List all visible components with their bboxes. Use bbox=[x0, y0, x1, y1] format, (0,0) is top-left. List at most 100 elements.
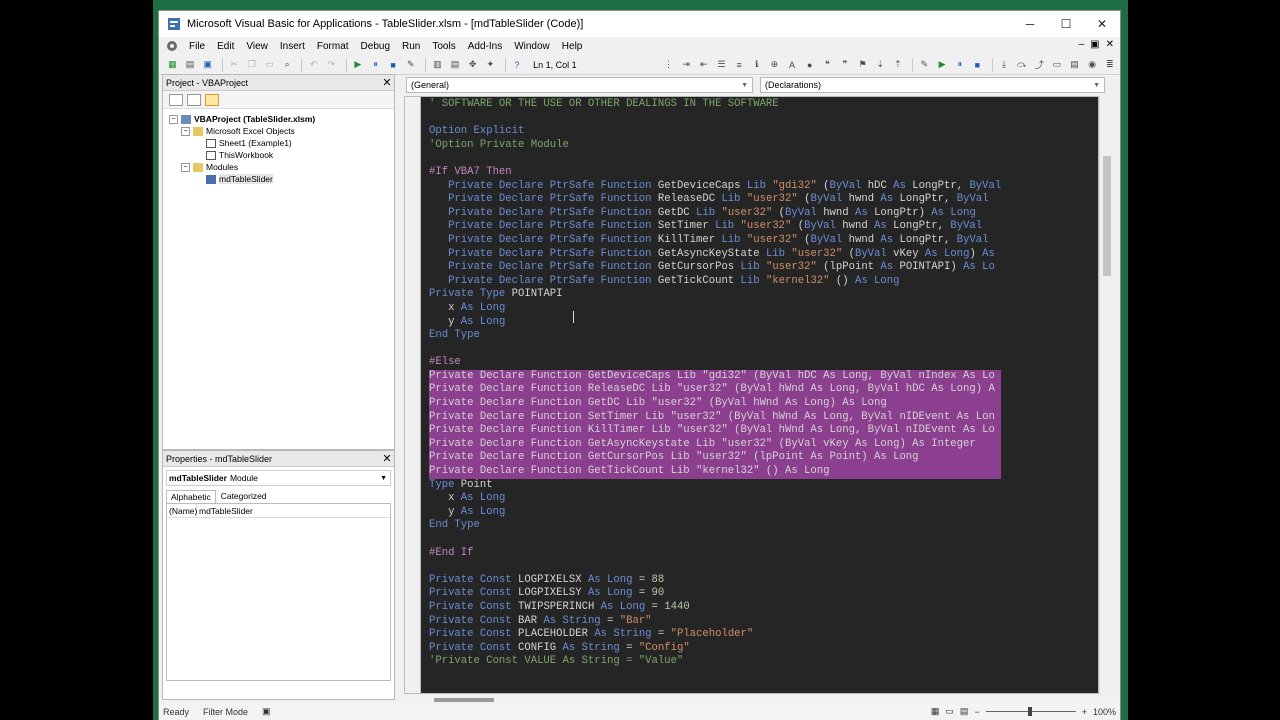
break-2-icon[interactable]: ⏸ bbox=[952, 58, 967, 72]
immediate-icon[interactable]: ▤ bbox=[1067, 58, 1082, 72]
menu-insert[interactable]: Insert bbox=[274, 41, 311, 52]
code-line[interactable] bbox=[429, 343, 1001, 357]
code-margin[interactable] bbox=[405, 97, 421, 693]
view-code-icon[interactable] bbox=[169, 93, 183, 106]
code-line[interactable]: #Else bbox=[429, 356, 1001, 370]
code-line[interactable]: x As Long bbox=[429, 302, 1001, 316]
code-line[interactable]: y As Long bbox=[429, 316, 1001, 330]
menu-run[interactable]: Run bbox=[396, 41, 426, 52]
parameter-info-icon[interactable]: ⊕ bbox=[767, 58, 782, 72]
collapse-icon[interactable]: − bbox=[169, 114, 178, 124]
code-line[interactable]: Private Declare PtrSafe Function GetDevi… bbox=[429, 180, 1001, 194]
object-selector[interactable]: mdTableSlider Module ▼ bbox=[166, 470, 391, 486]
code-line[interactable]: Private Declare Function KillTimer Lib "… bbox=[429, 424, 1002, 438]
code-line[interactable]: y As Long bbox=[429, 506, 1001, 520]
comment-block-icon[interactable]: ❝ bbox=[820, 58, 835, 72]
toolbar-grip-icon[interactable]: ⋮ bbox=[661, 58, 676, 72]
code-line[interactable]: Private Const LOGPIXELSY As Long = 90 bbox=[429, 587, 1001, 601]
toggle-folders-icon[interactable] bbox=[205, 93, 219, 106]
menu-file[interactable]: File bbox=[183, 41, 211, 52]
mdi-close-button[interactable]: ✕ bbox=[1106, 39, 1114, 50]
page-layout-icon[interactable]: ▭ bbox=[945, 706, 954, 717]
tree-item[interactable]: − Microsoft Excel Objects bbox=[165, 125, 392, 137]
toolbox-icon[interactable]: ✦ bbox=[483, 58, 498, 72]
properties-close-icon[interactable]: ✕ bbox=[380, 452, 394, 465]
code-editor[interactable]: ' SOFTWARE OR THE USE OR OTHER DEALINGS … bbox=[404, 96, 1099, 694]
procedure-combo[interactable]: (Declarations) ▼ bbox=[760, 77, 1105, 93]
paste-icon[interactable]: ▭ bbox=[262, 58, 277, 72]
help-icon[interactable]: ? bbox=[510, 58, 525, 72]
menu-add-ins[interactable]: Add-Ins bbox=[462, 41, 508, 52]
code-line[interactable]: Private Declare Function GetDC Lib "user… bbox=[429, 397, 1002, 411]
code-line[interactable]: Option Explicit bbox=[429, 125, 1001, 139]
code-line[interactable]: Private Const CONFIG As String = "Config… bbox=[429, 642, 1001, 656]
code-line[interactable]: Private Declare Function GetDeviceCaps L… bbox=[429, 369, 1002, 384]
call-stack-icon[interactable]: ≣ bbox=[1102, 58, 1117, 72]
code-line[interactable]: #End If bbox=[429, 547, 1001, 561]
project-close-icon[interactable]: ✕ bbox=[380, 76, 394, 89]
cut-icon[interactable]: ✂ bbox=[227, 58, 242, 72]
property-value[interactable]: mdTableSlider bbox=[197, 506, 253, 516]
design-mode-2-icon[interactable]: ✎ bbox=[917, 58, 932, 72]
list-members-icon[interactable]: ☰ bbox=[714, 58, 729, 72]
code-line[interactable]: End Type bbox=[429, 329, 1001, 343]
code-line[interactable]: #If VBA7 Then bbox=[429, 166, 1001, 180]
normal-view-icon[interactable]: ▦ bbox=[931, 706, 940, 717]
code-line[interactable]: Private Declare Function GetCursorPos Li… bbox=[429, 451, 1002, 466]
view-object-icon[interactable] bbox=[187, 93, 201, 106]
tree-item[interactable]: − Modules bbox=[165, 161, 392, 173]
prev-bookmark-icon[interactable]: ⇡ bbox=[891, 58, 906, 72]
code-line[interactable]: Private Type POINTAPI bbox=[429, 288, 1001, 302]
code-line[interactable]: Private Const LOGPIXELSX As Long = 88 bbox=[429, 574, 1001, 588]
zoom-in-icon[interactable]: + bbox=[1082, 707, 1087, 717]
code-line[interactable]: End Type bbox=[429, 519, 1001, 533]
indent-icon[interactable]: ⇥ bbox=[679, 58, 694, 72]
tree-item[interactable]: − VBAProject (TableSlider.xlsm) bbox=[165, 113, 392, 125]
code-line[interactable]: Private Declare PtrSafe Function GetDC L… bbox=[429, 207, 1001, 221]
mdi-minimize-button[interactable]: – bbox=[1079, 39, 1085, 50]
uncomment-block-icon[interactable]: ❞ bbox=[838, 58, 853, 72]
code-line[interactable]: Private Declare Function GetAsyncKeystat… bbox=[429, 437, 1002, 452]
code-line[interactable]: Private Const TWIPSPERINCH As Long = 144… bbox=[429, 601, 1001, 615]
tree-item[interactable]: mdTableSlider bbox=[165, 173, 392, 185]
maximize-button[interactable]: ☐ bbox=[1048, 11, 1084, 37]
tree-item[interactable]: ThisWorkbook bbox=[165, 149, 392, 161]
code-line[interactable] bbox=[429, 112, 1001, 126]
object-combo[interactable]: (General) ▼ bbox=[406, 77, 753, 93]
code-line[interactable]: Private Declare PtrSafe Function Release… bbox=[429, 193, 1001, 207]
code-line[interactable]: 'Option Private Module bbox=[429, 139, 1001, 153]
vertical-scrollbar[interactable] bbox=[1099, 96, 1113, 694]
code-line[interactable]: Type Point bbox=[429, 479, 1001, 493]
collapse-icon[interactable]: − bbox=[181, 162, 190, 172]
design-mode-icon[interactable]: ✎ bbox=[403, 58, 418, 72]
code-line[interactable]: x As Long bbox=[429, 492, 1001, 506]
close-button[interactable]: ✕ bbox=[1084, 11, 1120, 37]
quick-info-icon[interactable]: ℹ bbox=[749, 58, 764, 72]
copy-icon[interactable]: ❐ bbox=[244, 58, 259, 72]
accessibility-icon[interactable]: ▣ bbox=[262, 706, 271, 717]
vbe-menu-icon[interactable] bbox=[165, 39, 179, 53]
tree-item[interactable]: Sheet1 (Example1) bbox=[165, 137, 392, 149]
step-out-icon[interactable]: ⤴ bbox=[1032, 58, 1047, 72]
scroll-thumb[interactable] bbox=[434, 698, 494, 702]
code-line[interactable]: Private Declare Function GetTickCount Li… bbox=[429, 465, 1002, 479]
properties-window-icon[interactable]: ▤ bbox=[448, 58, 463, 72]
reset-2-icon[interactable]: ■ bbox=[970, 58, 985, 72]
zoom-knob[interactable] bbox=[1027, 707, 1032, 716]
save-icon[interactable]: ▣ bbox=[200, 58, 215, 72]
mdi-restore-button[interactable]: ▣ bbox=[1090, 39, 1099, 50]
code-line[interactable]: Private Declare Function SetTimer Lib "u… bbox=[429, 410, 1002, 425]
code-line[interactable]: ' SOFTWARE OR THE USE OR OTHER DEALINGS … bbox=[429, 98, 1001, 112]
menu-edit[interactable]: Edit bbox=[211, 41, 240, 52]
undo-icon[interactable]: ↶ bbox=[306, 58, 321, 72]
zoom-level[interactable]: 100% bbox=[1093, 707, 1116, 717]
redo-icon[interactable]: ↷ bbox=[324, 58, 339, 72]
menu-tools[interactable]: Tools bbox=[426, 41, 461, 52]
break-icon[interactable]: ⏸ bbox=[368, 58, 383, 72]
code-text[interactable]: ' SOFTWARE OR THE USE OR OTHER DEALINGS … bbox=[429, 98, 1002, 669]
locals-icon[interactable]: ▭ bbox=[1050, 58, 1065, 72]
tab-alphabetic[interactable]: Alphabetic bbox=[166, 490, 216, 503]
zoom-slider[interactable] bbox=[985, 707, 1076, 716]
menu-help[interactable]: Help bbox=[556, 41, 589, 52]
tab-categorized[interactable]: Categorized bbox=[216, 489, 272, 503]
